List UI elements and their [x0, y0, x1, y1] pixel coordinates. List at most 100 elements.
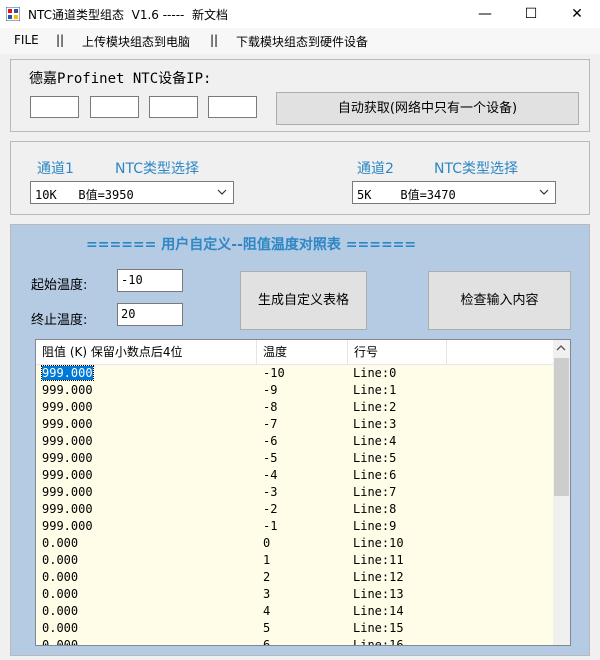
cell-temperature[interactable]: 3 [263, 587, 270, 601]
table-row[interactable]: 0.000 2 Line:12 [36, 569, 554, 586]
end-temp-input[interactable]: 20 [117, 303, 183, 326]
vertical-scrollbar[interactable] [553, 340, 570, 645]
cell-resistance[interactable]: 999.000 [42, 468, 93, 482]
start-temp-input[interactable]: -10 [117, 269, 183, 292]
table-row[interactable]: 999.000 -2 Line:8 [36, 501, 554, 518]
cell-temperature[interactable]: -2 [263, 502, 277, 516]
check-input-button[interactable]: 检查输入内容 [428, 271, 571, 330]
auto-detect-button[interactable]: 自动获取(网络中只有一个设备) [276, 92, 579, 125]
cell-temperature[interactable]: -3 [263, 485, 277, 499]
cell-temperature[interactable]: 4 [263, 604, 270, 618]
cell-temperature[interactable]: 6 [263, 638, 270, 645]
table-row[interactable]: 0.000 5 Line:15 [36, 620, 554, 637]
table-row[interactable]: 999.000 -9 Line:1 [36, 382, 554, 399]
cell-line[interactable]: Line:7 [353, 485, 396, 499]
column-header-temperature[interactable]: 温度 [257, 340, 347, 364]
menu-upload[interactable]: 上传模块组态到电脑 [82, 33, 190, 50]
cell-temperature[interactable]: 2 [263, 570, 270, 584]
cell-resistance[interactable]: 999.000 [42, 434, 93, 448]
cell-temperature[interactable]: -1 [263, 519, 277, 533]
cell-resistance[interactable]: 999.000 [42, 400, 93, 414]
cell-line[interactable]: Line:14 [353, 604, 404, 618]
cell-line[interactable]: Line:13 [353, 587, 404, 601]
chevron-down-icon [217, 189, 227, 195]
cell-line[interactable]: Line:11 [353, 553, 404, 567]
cell-resistance[interactable]: 0.000 [42, 536, 78, 550]
scroll-up-icon[interactable] [556, 344, 566, 352]
table-row[interactable]: 0.000 0 Line:10 [36, 535, 554, 552]
cell-temperature[interactable]: 0 [263, 536, 270, 550]
cell-line[interactable]: Line:1 [353, 383, 396, 397]
close-button[interactable]: ✕ [554, 0, 600, 28]
cell-temperature[interactable]: -7 [263, 417, 277, 431]
cell-line[interactable]: Line:4 [353, 434, 396, 448]
cell-resistance[interactable]: 999.000 [42, 417, 93, 431]
ip-field-3[interactable] [149, 96, 198, 118]
cell-line[interactable]: Line:6 [353, 468, 396, 482]
menu-separator: || [56, 33, 65, 47]
cell-resistance[interactable]: 999.000 [42, 451, 93, 465]
ip-field-4[interactable] [208, 96, 257, 118]
cell-temperature[interactable]: -8 [263, 400, 277, 414]
table-row[interactable]: 999.000 -4 Line:6 [36, 467, 554, 484]
table-row[interactable]: 999.000 -10 Line:0 [36, 365, 554, 382]
channel-1-type-label: NTC类型选择 [115, 161, 199, 177]
ip-field-1[interactable] [30, 96, 79, 118]
cell-line[interactable]: Line:16 [353, 638, 404, 645]
cell-resistance[interactable]: 999.000 [42, 519, 93, 533]
custom-heading: ====== 用户自定义--阻值温度对照表 ====== [86, 237, 417, 253]
channel-2-value: 5K B值=3470 [357, 188, 456, 202]
cell-resistance[interactable]: 999.000 [42, 485, 93, 499]
column-header-line[interactable]: 行号 [348, 340, 446, 364]
cell-resistance[interactable]: 999.000 [42, 502, 93, 516]
table-row[interactable]: 999.000 -8 Line:2 [36, 399, 554, 416]
cell-temperature[interactable]: 5 [263, 621, 270, 635]
cell-line[interactable]: Line:12 [353, 570, 404, 584]
cell-line[interactable]: Line:5 [353, 451, 396, 465]
table-row[interactable]: 0.000 3 Line:13 [36, 586, 554, 603]
menu-file[interactable]: FILE [14, 33, 39, 47]
cell-resistance[interactable]: 0.000 [42, 553, 78, 567]
cell-line[interactable]: Line:9 [353, 519, 396, 533]
cell-temperature[interactable]: -6 [263, 434, 277, 448]
table-row[interactable]: 0.000 1 Line:11 [36, 552, 554, 569]
cell-temperature[interactable]: -10 [263, 366, 285, 380]
table-row[interactable]: 0.000 6 Line:16 [36, 637, 554, 645]
ip-field-2[interactable] [90, 96, 139, 118]
cell-temperature[interactable]: -4 [263, 468, 277, 482]
cell-resistance[interactable]: 999.000 [42, 383, 93, 397]
cell-resistance[interactable]: 0.000 [42, 604, 78, 618]
channel-1-select[interactable]: 10K B值=3950 [30, 181, 234, 204]
cell-line[interactable]: Line:10 [353, 536, 404, 550]
table-row[interactable]: 999.000 -7 Line:3 [36, 416, 554, 433]
minimize-button[interactable]: — [462, 0, 508, 28]
generate-table-button[interactable]: 生成自定义表格 [240, 271, 367, 330]
cell-resistance[interactable]: 0.000 [42, 638, 78, 645]
table-row[interactable]: 999.000 -6 Line:4 [36, 433, 554, 450]
table-row[interactable]: 999.000 -5 Line:5 [36, 450, 554, 467]
cell-temperature[interactable]: -9 [263, 383, 277, 397]
cell-line[interactable]: Line:3 [353, 417, 396, 431]
maximize-button[interactable]: ☐ [508, 0, 554, 28]
cell-resistance[interactable]: 0.000 [42, 621, 78, 635]
start-temp-value: -10 [121, 273, 143, 287]
cell-line[interactable]: Line:0 [353, 366, 396, 380]
table-row[interactable]: 999.000 -3 Line:7 [36, 484, 554, 501]
cell-resistance[interactable]: 0.000 [42, 587, 78, 601]
cell-line[interactable]: Line:15 [353, 621, 404, 635]
scrollbar-thumb[interactable] [554, 358, 569, 496]
cell-line[interactable]: Line:8 [353, 502, 396, 516]
cell-resistance[interactable]: 999.000 [41, 365, 94, 381]
end-temp-value: 20 [121, 307, 136, 321]
cell-resistance[interactable]: 0.000 [42, 570, 78, 584]
table-row[interactable]: 0.000 4 Line:14 [36, 603, 554, 620]
channel-2-select[interactable]: 5K B值=3470 [352, 181, 556, 204]
cell-line[interactable]: Line:2 [353, 400, 396, 414]
cell-temperature[interactable]: -5 [263, 451, 277, 465]
resistance-table[interactable]: 阻值 (K) 保留小数点后4位 温度 行号 999.000 -10 Line:0 99… [35, 339, 571, 646]
menu-download[interactable]: 下载模块组态到硬件设备 [236, 33, 368, 50]
cell-temperature[interactable]: 1 [263, 553, 270, 567]
column-header-resistance[interactable]: 阻值 (K) 保留小数点后4位 [36, 340, 256, 364]
channel-2-label: 通道2 [357, 161, 394, 177]
table-row[interactable]: 999.000 -1 Line:9 [36, 518, 554, 535]
